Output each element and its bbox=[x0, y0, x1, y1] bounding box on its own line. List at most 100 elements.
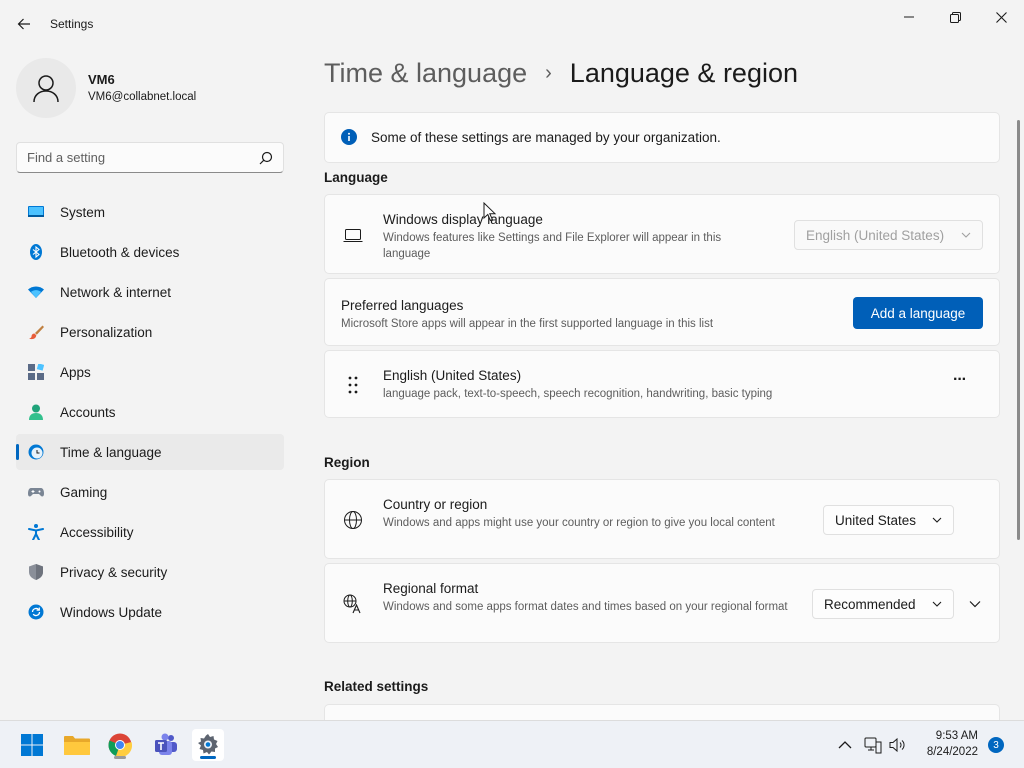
display-language-value: English (United States) bbox=[806, 227, 945, 243]
laptop-icon bbox=[343, 229, 363, 242]
taskbar-file-explorer[interactable] bbox=[61, 729, 93, 761]
chrome-icon bbox=[108, 733, 132, 757]
breadcrumb-separator: › bbox=[545, 62, 552, 84]
sidebar-item-label: System bbox=[60, 205, 106, 220]
regional-format-description: Windows and some apps format dates and t… bbox=[383, 601, 788, 613]
person-icon bbox=[29, 404, 43, 420]
teams-icon bbox=[155, 733, 177, 755]
taskbar: 9:53 AM 8/24/2022 3 bbox=[0, 720, 1024, 768]
sidebar-item-label: Bluetooth & devices bbox=[60, 245, 180, 260]
restore-button[interactable] bbox=[932, 2, 978, 32]
sidebar-item-windows-update[interactable]: Windows Update bbox=[16, 594, 284, 630]
mouse-cursor-icon bbox=[483, 202, 497, 222]
sidebar-item-label: Accounts bbox=[60, 405, 116, 420]
preferred-languages-title: Preferred languages bbox=[341, 298, 464, 313]
section-header-region: Region bbox=[324, 455, 370, 470]
chevron-down-icon bbox=[932, 601, 942, 607]
regional-format-value: Recommended bbox=[824, 596, 916, 612]
display-language-dropdown[interactable]: English (United States) bbox=[794, 220, 983, 250]
expand-chevron-icon[interactable] bbox=[969, 598, 981, 610]
close-button[interactable] bbox=[978, 2, 1024, 32]
settings-icon bbox=[198, 734, 218, 755]
language-format-icon bbox=[343, 594, 361, 614]
language-item-description: language pack, text-to-speech, speech re… bbox=[383, 388, 773, 400]
brush-icon bbox=[29, 325, 44, 340]
close-icon bbox=[995, 11, 1007, 23]
taskbar-teams[interactable] bbox=[150, 729, 182, 761]
file-explorer-icon bbox=[64, 736, 90, 755]
user-name: VM6 bbox=[88, 72, 115, 87]
shield-icon bbox=[29, 564, 43, 580]
clock-globe-icon bbox=[28, 444, 44, 460]
sidebar-item-label: Accessibility bbox=[60, 525, 134, 540]
sidebar-item-bluetooth[interactable]: Bluetooth & devices bbox=[16, 234, 284, 270]
network-icon[interactable] bbox=[864, 736, 882, 754]
search-icon[interactable] bbox=[259, 151, 273, 165]
notification-badge[interactable]: 3 bbox=[988, 737, 1004, 753]
regional-format-card[interactable]: Regional format Windows and some apps fo… bbox=[324, 563, 1000, 643]
clock-date[interactable]: 8/24/2022 bbox=[918, 746, 978, 758]
back-button[interactable] bbox=[10, 10, 38, 38]
app-title: Settings bbox=[50, 17, 94, 31]
chevron-down-icon bbox=[961, 232, 971, 238]
scrollbar[interactable] bbox=[1017, 120, 1020, 540]
drag-handle-icon[interactable] bbox=[343, 375, 363, 395]
section-header-language: Language bbox=[324, 170, 388, 185]
notice-text: Some of these settings are managed by yo… bbox=[371, 130, 721, 145]
regional-format-title: Regional format bbox=[383, 581, 479, 596]
sidebar-item-accessibility[interactable]: Accessibility bbox=[16, 514, 284, 550]
back-arrow-icon bbox=[17, 18, 30, 30]
sidebar-item-label: Gaming bbox=[60, 485, 108, 500]
system-icon bbox=[28, 206, 44, 217]
display-language-card: Windows display language Windows feature… bbox=[324, 194, 1000, 274]
page-title: Language & region bbox=[569, 58, 798, 88]
start-button[interactable] bbox=[16, 729, 48, 761]
title-bar: Settings bbox=[0, 0, 1024, 48]
update-icon bbox=[28, 604, 44, 620]
chevron-down-icon bbox=[932, 517, 942, 523]
add-language-button[interactable]: Add a language bbox=[853, 297, 983, 329]
country-region-card: Country or region Windows and apps might… bbox=[324, 479, 1000, 559]
volume-icon[interactable] bbox=[889, 736, 907, 754]
sidebar-item-network[interactable]: Network & internet bbox=[16, 274, 284, 310]
avatar[interactable] bbox=[16, 58, 76, 118]
main-content: Time & language › Language & region Some… bbox=[324, 48, 1000, 734]
breadcrumb-parent[interactable]: Time & language bbox=[324, 58, 527, 89]
regional-format-dropdown[interactable]: Recommended bbox=[812, 589, 954, 619]
wifi-icon bbox=[28, 286, 44, 298]
start-icon bbox=[21, 734, 43, 756]
sidebar-item-accounts[interactable]: Accounts bbox=[16, 394, 284, 430]
country-region-dropdown[interactable]: United States bbox=[823, 505, 954, 535]
country-region-title: Country or region bbox=[383, 497, 488, 512]
taskbar-settings[interactable] bbox=[192, 729, 224, 761]
language-item-english[interactable]: English (United States) language pack, t… bbox=[324, 350, 1000, 418]
sidebar-item-gaming[interactable]: Gaming bbox=[16, 474, 284, 510]
bluetooth-icon bbox=[30, 244, 42, 260]
sidebar-item-label: Apps bbox=[60, 365, 91, 380]
sidebar-item-personalization[interactable]: Personalization bbox=[16, 314, 284, 350]
managed-notice: Some of these settings are managed by yo… bbox=[324, 112, 1000, 163]
sidebar-item-time-language[interactable]: Time & language bbox=[16, 434, 284, 470]
search-input[interactable] bbox=[17, 143, 253, 172]
sidebar-item-privacy[interactable]: Privacy & security bbox=[16, 554, 284, 590]
user-email: VM6@collabnet.local bbox=[88, 91, 197, 103]
display-language-title: Windows display language bbox=[383, 212, 543, 227]
globe-icon bbox=[344, 511, 362, 529]
country-region-description: Windows and apps might use your country … bbox=[383, 517, 775, 529]
preferred-languages-card: Preferred languages Microsoft Store apps… bbox=[324, 278, 1000, 346]
clock-time[interactable]: 9:53 AM bbox=[918, 730, 978, 742]
section-header-related: Related settings bbox=[324, 679, 429, 694]
sidebar-nav: System Bluetooth & devices Network & int… bbox=[16, 194, 284, 634]
more-options-button[interactable]: ··· bbox=[953, 371, 967, 389]
taskbar-chrome[interactable] bbox=[104, 729, 136, 761]
breadcrumb: Time & language › Language & region bbox=[324, 58, 798, 89]
chevron-up-icon[interactable] bbox=[838, 738, 852, 752]
minimize-button[interactable] bbox=[886, 2, 932, 32]
sidebar-item-label: Windows Update bbox=[60, 605, 163, 620]
minimize-icon bbox=[904, 16, 914, 18]
sidebar-item-apps[interactable]: Apps bbox=[16, 354, 284, 390]
apps-icon bbox=[28, 364, 44, 380]
country-region-value: United States bbox=[835, 512, 917, 528]
sidebar-item-system[interactable]: System bbox=[16, 194, 284, 230]
sidebar-item-label: Personalization bbox=[60, 325, 153, 340]
